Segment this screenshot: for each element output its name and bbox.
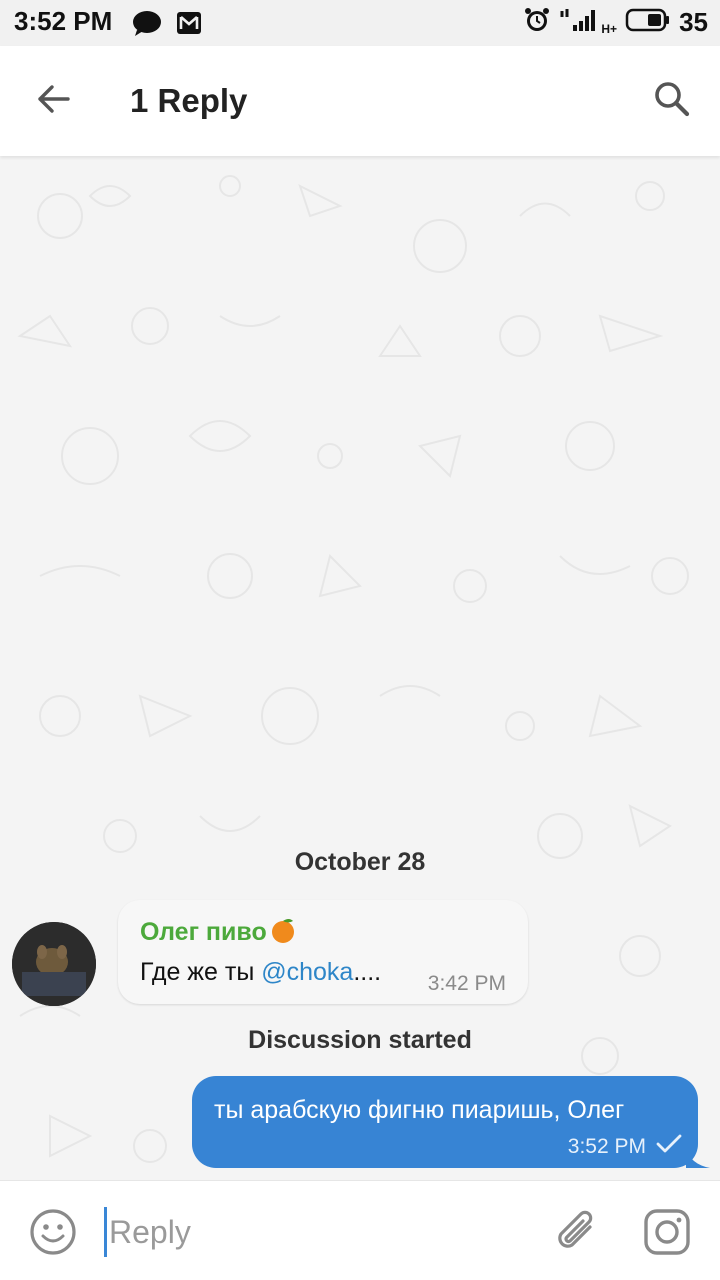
chat-bubble-icon: [132, 10, 162, 41]
message-text: Где же ты @choka....: [140, 958, 382, 986]
back-button[interactable]: [26, 76, 82, 126]
camera-button[interactable]: [642, 1207, 694, 1259]
alarm-icon: [523, 6, 551, 39]
orange-emoji: [269, 916, 297, 951]
incoming-message[interactable]: Олег пиво Где же ты @choka.... 3:42 PM: [118, 900, 528, 1004]
message-input-bar: [0, 1180, 720, 1280]
emoji-button[interactable]: [28, 1207, 80, 1259]
check-icon: [656, 1134, 682, 1160]
message-text: ты арабскую фигню пиаришь, Олег: [214, 1096, 625, 1124]
message-time: 3:52 PM: [567, 1135, 646, 1158]
smile-icon: [28, 1209, 78, 1261]
bubble-tail: [686, 1148, 710, 1168]
message-time: 3:42 PM: [427, 972, 506, 995]
sender-name[interactable]: Олег пиво: [140, 916, 297, 951]
page-title: 1 Reply: [130, 82, 248, 119]
status-time: 3:52 PM: [14, 6, 113, 36]
search-icon: [653, 80, 691, 123]
battery-icon: [625, 8, 671, 37]
battery-level: 35: [679, 7, 708, 37]
search-button[interactable]: [644, 74, 700, 128]
chat-area[interactable]: October 28 Олег пиво Где же ты @choka...…: [0, 156, 720, 1180]
camera-icon: [642, 1209, 692, 1261]
outgoing-message[interactable]: ты арабскую фигню пиаришь, Олег 3:52 PM: [192, 1076, 710, 1168]
mention-link[interactable]: @choka: [261, 958, 353, 986]
signal-icon: [559, 7, 599, 38]
attach-button[interactable]: [552, 1205, 604, 1261]
gmail-icon: [176, 11, 202, 40]
back-arrow-icon: [36, 83, 72, 120]
date-separator: October 28: [294, 848, 426, 876]
paperclip-icon: [552, 1210, 602, 1265]
app-header: 1 Reply: [0, 46, 720, 156]
network-type: H+: [601, 21, 618, 36]
avatar[interactable]: [12, 922, 96, 1006]
service-message: Discussion started: [248, 1026, 472, 1054]
reply-input[interactable]: [104, 1207, 524, 1257]
status-bar: 3:52 PM H+ 35: [0, 0, 720, 46]
